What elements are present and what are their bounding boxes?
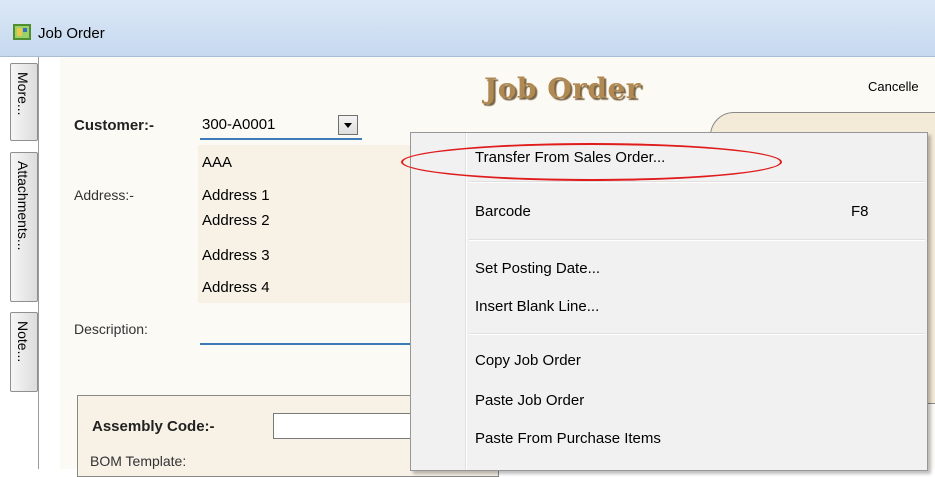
bom-template-label: BOM Template: xyxy=(90,453,187,469)
menu-separator xyxy=(469,333,925,335)
menu-separator xyxy=(469,181,925,183)
tab-more[interactable]: More... xyxy=(10,63,38,141)
tab-more-label: More... xyxy=(15,72,31,116)
tab-attachments-label: Attachments... xyxy=(15,161,31,251)
address-line-3[interactable]: Address 3 xyxy=(202,247,270,264)
side-tab-strip: More... Attachments... Note... xyxy=(0,57,60,469)
form-heading: Job Order xyxy=(484,72,642,105)
menu-item-paste-job-order[interactable]: Paste Job Order xyxy=(475,392,584,409)
menu-item-barcode-shortcut: F8 xyxy=(851,203,869,220)
menu-gutter-divider xyxy=(466,133,467,470)
menu-item-set-posting-date[interactable]: Set Posting Date... xyxy=(475,260,600,277)
menu-item-paste-from-purchase-items[interactable]: Paste From Purchase Items xyxy=(475,430,661,447)
customer-name[interactable]: AAA xyxy=(202,154,232,171)
tab-note-label: Note... xyxy=(15,321,31,363)
customer-value: 300-A0001 xyxy=(202,116,276,133)
menu-icon-gutter xyxy=(411,133,466,470)
menu-item-copy-job-order[interactable]: Copy Job Order xyxy=(475,352,581,369)
status-label: Cancelle xyxy=(868,79,919,94)
assembly-code-label: Assembly Code:- xyxy=(92,418,215,435)
tab-attachments[interactable]: Attachments... xyxy=(10,152,38,302)
address-label: Address:- xyxy=(74,187,134,203)
tab-strip-divider xyxy=(38,57,39,469)
chevron-down-icon xyxy=(344,123,352,128)
description-label: Description: xyxy=(74,321,148,337)
address-line-1[interactable]: Address 1 xyxy=(202,187,270,204)
menu-item-barcode[interactable]: Barcode xyxy=(475,203,531,220)
customer-label: Customer:- xyxy=(74,117,155,134)
address-line-2[interactable]: Address 2 xyxy=(202,212,270,229)
window-title: Job Order xyxy=(38,25,105,42)
customer-combobox[interactable]: 300-A0001 xyxy=(200,112,362,140)
address-line-4[interactable]: Address 4 xyxy=(202,279,270,296)
customer-dropdown-button[interactable] xyxy=(338,115,358,135)
context-menu: Transfer From Sales Order... Barcode F8 … xyxy=(410,132,928,471)
tab-note[interactable]: Note... xyxy=(10,312,38,392)
menu-separator xyxy=(469,239,925,241)
menu-item-insert-blank-line[interactable]: Insert Blank Line... xyxy=(475,298,599,315)
menu-item-transfer-from-sales-order[interactable]: Transfer From Sales Order... xyxy=(475,149,665,166)
app-icon xyxy=(13,24,31,40)
window-title-bar: Job Order xyxy=(0,0,935,57)
